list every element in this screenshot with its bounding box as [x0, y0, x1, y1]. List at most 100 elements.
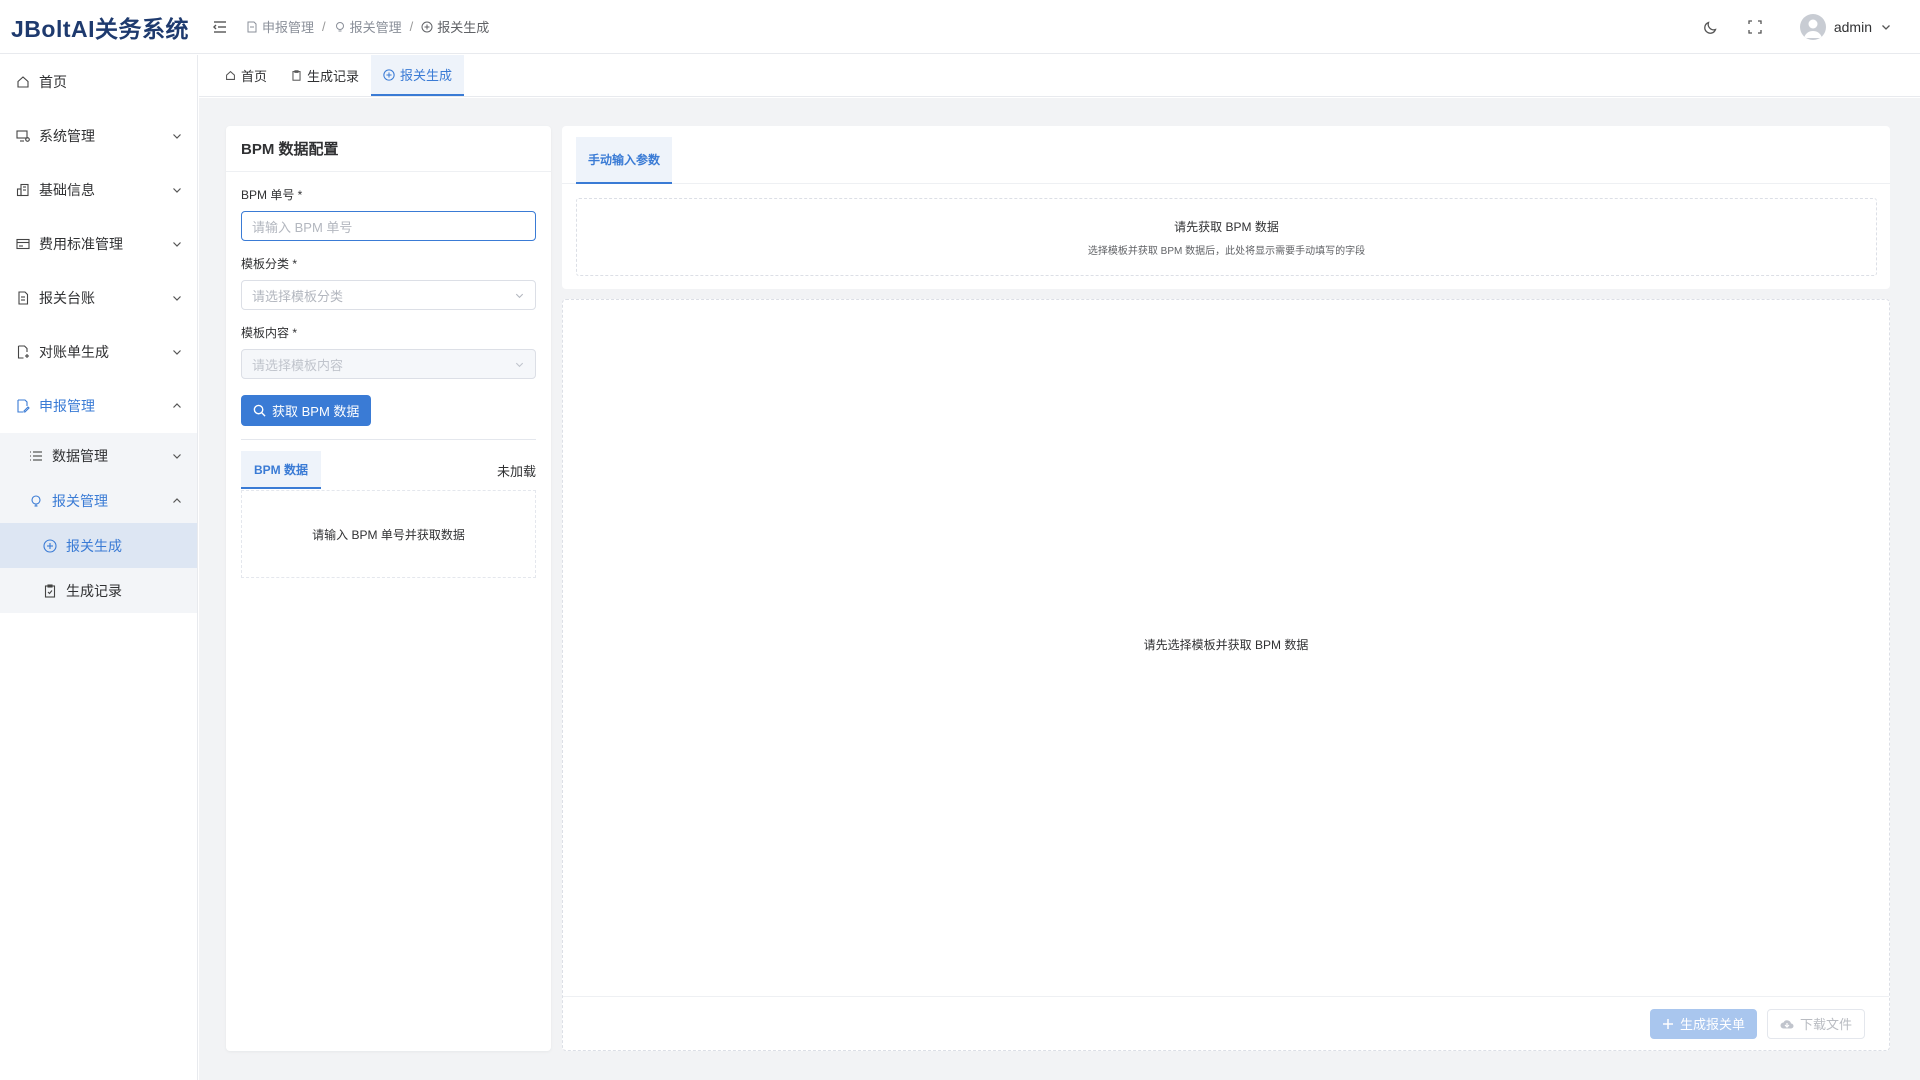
plus-icon — [1662, 1018, 1674, 1030]
sidebar-item-label: 费用标准管理 — [39, 236, 123, 252]
breadcrumb-item-generate: 报关生成 — [421, 17, 489, 36]
sidebar-item-label: 报关生成 — [66, 537, 122, 554]
sidebar-item-customs-mgmt[interactable]: 报关管理 — [0, 478, 197, 523]
template-category-select[interactable]: 请选择模板分类 — [241, 280, 536, 310]
menu-fold-icon — [212, 19, 228, 35]
dark-mode-button[interactable] — [1700, 16, 1722, 38]
cloud-download-icon — [1780, 1018, 1794, 1030]
input-placeholder: 请输入 BPM 单号 — [252, 219, 353, 235]
manual-params-empty: 请先获取 BPM 数据 选择模板并获取 BPM 数据后，此处将显示需要手动填写的… — [576, 198, 1877, 276]
manual-params-panel: 手动输入参数 请先获取 BPM 数据 选择模板并获取 BPM 数据后，此处将显示… — [562, 126, 1890, 289]
sidebar-item-generate-records[interactable]: 生成记录 — [0, 568, 197, 613]
app-logo: JBoltAI关务系统 — [11, 15, 189, 42]
sidebar-item-label: 基础信息 — [39, 182, 95, 198]
tab-label: 首页 — [241, 69, 268, 84]
monitor-settings-icon — [15, 128, 31, 144]
sidebar-item-label: 生成记录 — [66, 582, 122, 599]
bpm-config-panel: BPM 数据配置 BPM 单号 * 请输入 BPM 单号 模板分类 * 请选择模… — [226, 126, 551, 1051]
sidebar-item-home[interactable]: 首页 — [0, 55, 197, 109]
template-content-label: 模板内容 * — [241, 326, 298, 340]
chevron-down-icon — [171, 238, 183, 250]
button-label: 生成报关单 — [1679, 1017, 1745, 1032]
bpm-data-empty: 请输入 BPM 单号并获取数据 — [241, 490, 536, 578]
sidebar-item-label: 数据管理 — [52, 447, 108, 464]
template-content-select[interactable]: 请选择模板内容 — [241, 349, 536, 379]
main-content: BPM 数据配置 BPM 单号 * 请输入 BPM 单号 模板分类 * 请选择模… — [199, 98, 1920, 1080]
button-label: 下载文件 — [1799, 1017, 1852, 1032]
sidebar-item-customs-ledger[interactable]: 报关台账 — [0, 271, 197, 325]
bpm-number-label: BPM 单号 * — [241, 188, 303, 202]
building-icon — [15, 182, 31, 198]
download-file-button[interactable]: 下载文件 — [1766, 1008, 1865, 1039]
bpm-number-input[interactable]: 请输入 BPM 单号 — [241, 211, 536, 241]
chevron-down-icon — [171, 130, 183, 142]
sidebar-item-label: 首页 — [39, 74, 67, 90]
preview-footer: 生成报关单 下载文件 — [563, 996, 1889, 1050]
plus-circle-icon — [42, 538, 58, 554]
chevron-up-icon — [171, 400, 183, 412]
preview-empty-hint: 请先选择模板并获取 BPM 数据 — [1143, 638, 1309, 652]
sidebar: 首页 系统管理 基础信息 费用标准管理 报关台账 对账单生成 申报管理 数据管理 — [0, 55, 198, 1080]
breadcrumb: 申报管理 / 报关管理 / 报关生成 — [246, 17, 489, 36]
bulb-icon — [28, 493, 44, 509]
preview-panel: 请先选择模板并获取 BPM 数据 生成报关单 下载文件 — [562, 299, 1890, 1051]
sidebar-item-basic-info[interactable]: 基础信息 — [0, 163, 197, 217]
user-menu[interactable]: admin — [1799, 13, 1892, 40]
select-placeholder: 请选择模板内容 — [252, 357, 344, 373]
empty-subtitle: 选择模板并获取 BPM 数据后，此处将显示需要手动填写的字段 — [1087, 245, 1366, 257]
chevron-down-icon — [171, 292, 183, 304]
moon-icon — [1703, 19, 1719, 35]
fetch-bpm-button[interactable]: 获取 BPM 数据 — [241, 395, 372, 426]
edit-doc-icon — [246, 21, 258, 33]
sidebar-toggle-button[interactable] — [202, 9, 238, 45]
card-icon — [15, 236, 31, 252]
chevron-down-icon — [514, 359, 525, 370]
chevron-down-icon — [171, 184, 183, 196]
top-header: JBoltAI关务系统 申报管理 / 报关管理 / 报关生成 admin — [0, 0, 1920, 54]
chevron-down-icon — [171, 450, 183, 462]
divider — [241, 439, 536, 440]
tab-label: 报关生成 — [400, 68, 453, 83]
tab-home[interactable]: 首页 — [213, 55, 279, 96]
avatar — [1799, 13, 1826, 40]
sidebar-item-declaration[interactable]: 申报管理 — [0, 379, 197, 433]
breadcrumb-item-declaration[interactable]: 申报管理 — [246, 17, 314, 36]
sidebar-item-label: 报关台账 — [39, 290, 95, 306]
button-label: 获取 BPM 数据 — [272, 404, 360, 419]
breadcrumb-separator: / — [322, 19, 326, 34]
tab-manual-params[interactable]: 手动输入参数 — [576, 137, 673, 184]
sidebar-item-fee-standard[interactable]: 费用标准管理 — [0, 217, 197, 271]
load-status: 未加载 — [496, 463, 536, 479]
sidebar-item-statement[interactable]: 对账单生成 — [0, 325, 197, 379]
user-name: admin — [1833, 18, 1872, 35]
document-icon — [15, 290, 31, 306]
tab-bpm-data[interactable]: BPM 数据 — [241, 451, 322, 489]
sidebar-item-customs-generate[interactable]: 报关生成 — [0, 523, 197, 568]
tab-customs-generate[interactable]: 报关生成 — [371, 55, 465, 96]
plus-circle-icon — [421, 21, 433, 33]
sidebar-item-label: 对账单生成 — [39, 344, 109, 360]
sidebar-item-label: 系统管理 — [39, 128, 95, 144]
breadcrumb-item-customs[interactable]: 报关管理 — [334, 17, 402, 36]
file-add-icon — [15, 344, 31, 360]
sidebar-submenu-declaration: 数据管理 报关管理 报关生成 生成记录 — [0, 433, 197, 613]
breadcrumb-separator: / — [409, 19, 414, 34]
sidebar-item-system[interactable]: 系统管理 — [0, 109, 197, 163]
generate-declaration-button[interactable]: 生成报关单 — [1649, 1008, 1757, 1039]
plus-circle-icon — [383, 68, 395, 81]
clipboard-icon — [42, 583, 58, 599]
search-icon — [253, 404, 266, 417]
sidebar-item-data-mgmt[interactable]: 数据管理 — [0, 433, 197, 478]
home-icon — [15, 74, 31, 90]
bulb-icon — [334, 21, 346, 33]
clipboard-icon — [291, 70, 302, 81]
empty-hint: 请输入 BPM 单号并获取数据 — [312, 527, 465, 542]
chevron-up-icon — [171, 495, 183, 507]
chevron-down-icon — [514, 290, 525, 301]
page-tabs: 首页 生成记录 报关生成 — [199, 55, 1920, 97]
chevron-down-icon — [171, 346, 183, 358]
select-placeholder: 请选择模板分类 — [252, 288, 344, 304]
fullscreen-button[interactable] — [1744, 16, 1766, 38]
fullscreen-icon — [1748, 19, 1762, 34]
tab-generate-records[interactable]: 生成记录 — [279, 55, 371, 96]
